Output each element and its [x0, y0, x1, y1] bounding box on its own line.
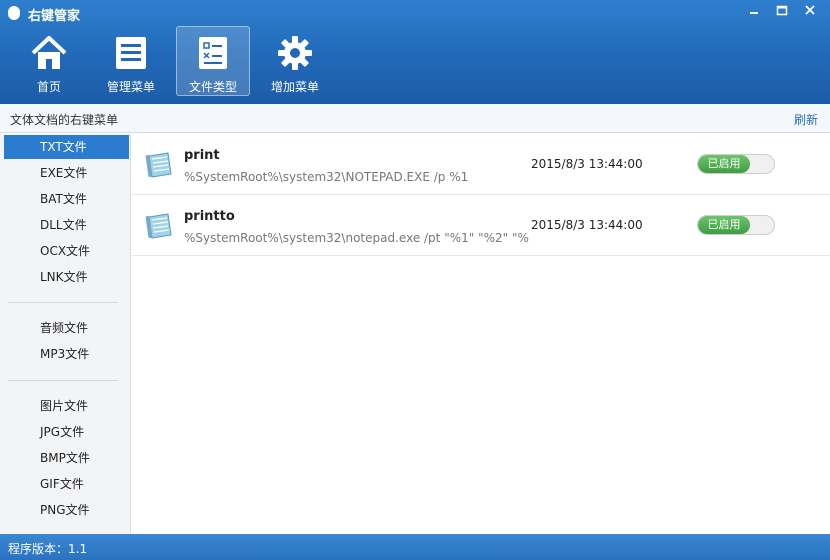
file-type-icon — [193, 33, 233, 72]
enable-toggle[interactable]: 已启用 — [697, 215, 775, 235]
gear-icon — [275, 33, 315, 72]
entry-time: 2015/8/3 13:44:00 — [531, 157, 643, 171]
sidebar-item-bat[interactable]: BAT文件 — [4, 187, 129, 211]
sidebar-divider — [8, 380, 118, 381]
list-item[interactable]: print %SystemRoot%\system32\NOTEPAD.EXE … — [132, 134, 830, 195]
sidebar-item-image[interactable]: 图片文件 — [4, 394, 129, 418]
app-logo-icon — [8, 6, 20, 20]
sidebar-item-png[interactable]: PNG文件 — [4, 498, 129, 522]
main-toolbar: 首页 管理菜单 文件类型 增加菜单 — [12, 26, 340, 96]
enable-toggle[interactable]: 已启用 — [697, 154, 775, 174]
sidebar-item-bmp[interactable]: BMP文件 — [4, 446, 129, 470]
close-icon[interactable] — [796, 0, 824, 20]
minimize-icon[interactable] — [740, 0, 768, 20]
list-item[interactable]: printto %SystemRoot%\system32\notepad.ex… — [132, 195, 830, 256]
section-header: 文体文档的右键菜单 刷新 — [0, 104, 830, 133]
entry-command: %SystemRoot%\system32\notepad.exe /pt "%… — [184, 231, 529, 245]
tool-manage-menu-label: 管理菜单 — [106, 80, 155, 94]
entry-name: print — [184, 148, 220, 163]
sidebar-item-dll[interactable]: DLL文件 — [4, 213, 129, 237]
sidebar-divider — [8, 302, 118, 303]
status-bar: 程序版本：1.1 — [0, 534, 830, 560]
tool-add-menu-label: 增加菜单 — [270, 80, 319, 94]
entry-name: printto — [184, 209, 235, 224]
entry-time: 2015/8/3 13:44:00 — [531, 218, 643, 232]
toggle-status-label: 已启用 — [698, 155, 750, 173]
tool-add-menu[interactable]: 增加菜单 — [258, 26, 332, 96]
tool-file-type-label: 文件类型 — [188, 80, 237, 94]
notepad-icon — [144, 150, 174, 180]
window-title: 右键管家 — [28, 9, 81, 24]
app-header: 右键管家 首页 管理菜单 文件类型 增加菜单 — [0, 0, 830, 104]
sidebar-item-gif[interactable]: GIF文件 — [4, 472, 129, 496]
sidebar-item-ocx[interactable]: OCX文件 — [4, 239, 129, 263]
section-title: 文体文档的右键菜单 — [10, 113, 119, 127]
tool-file-type[interactable]: 文件类型 — [176, 26, 250, 96]
tool-home[interactable]: 首页 — [12, 26, 86, 96]
sidebar-item-mp3[interactable]: MP3文件 — [4, 342, 129, 366]
restore-icon[interactable] — [768, 0, 796, 20]
window-controls — [740, 0, 824, 20]
menu-entry-list: print %SystemRoot%\system32\NOTEPAD.EXE … — [132, 134, 830, 534]
version-label: 程序版本：1.1 — [8, 542, 88, 556]
toggle-status-label: 已启用 — [698, 216, 750, 234]
tool-manage-menu[interactable]: 管理菜单 — [94, 26, 168, 96]
sidebar-item-audio[interactable]: 音频文件 — [4, 316, 129, 340]
tool-home-label: 首页 — [36, 80, 61, 94]
sidebar-item-txt[interactable]: TXT文件 — [4, 135, 129, 159]
sidebar-item-lnk[interactable]: LNK文件 — [4, 265, 129, 289]
sidebar-item-jpg[interactable]: JPG文件 — [4, 420, 129, 444]
sidebar-item-exe[interactable]: EXE文件 — [4, 161, 129, 185]
home-icon — [29, 33, 69, 72]
menu-list-icon — [111, 33, 151, 72]
refresh-link[interactable]: 刷新 — [794, 111, 818, 128]
notepad-icon — [144, 211, 174, 241]
file-type-sidebar: TXT文件 EXE文件 BAT文件 DLL文件 OCX文件 LNK文件 音频文件… — [0, 134, 131, 534]
entry-command: %SystemRoot%\system32\NOTEPAD.EXE /p %1 — [184, 170, 469, 184]
